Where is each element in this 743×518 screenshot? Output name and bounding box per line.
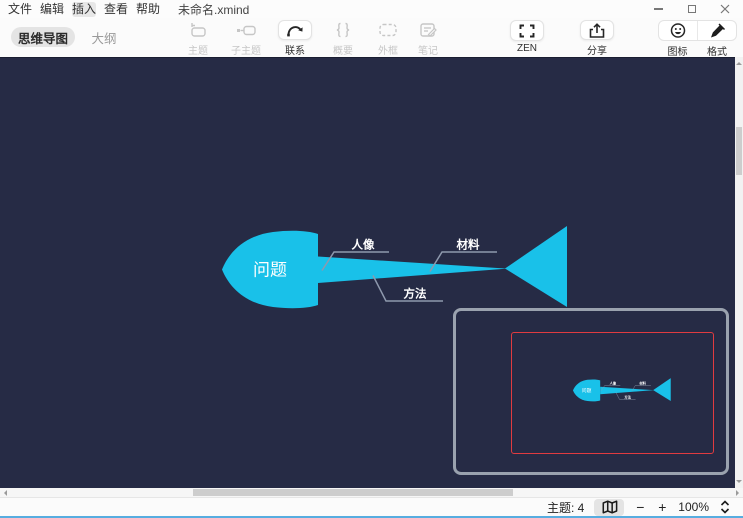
scroll-up-icon[interactable] xyxy=(736,59,742,65)
marker-button[interactable] xyxy=(659,21,697,40)
relationship-label: 联系 xyxy=(285,42,305,57)
zoom-in-button[interactable]: + xyxy=(656,500,668,514)
zoom-level[interactable]: 100% xyxy=(678,500,709,514)
notes-button[interactable]: 笔记 xyxy=(404,20,452,56)
topic-button[interactable]: 主题 xyxy=(174,20,222,56)
summary-label: 概要 xyxy=(333,42,353,57)
format-label: 格式 xyxy=(697,43,737,58)
marker-label: 图标 xyxy=(658,43,697,58)
subtopic-label: 子主题 xyxy=(231,42,261,57)
zen-icon xyxy=(516,22,538,40)
topic-count: 主题: 4 xyxy=(547,499,584,516)
menu-bar: 文件 编辑 插入 查看 帮助 未命名.xmind xyxy=(0,0,743,18)
marker-format-group xyxy=(658,20,737,41)
fit-zoom-icon xyxy=(719,499,731,515)
horizontal-scroll-thumb[interactable] xyxy=(193,489,513,496)
fit-zoom-button[interactable] xyxy=(719,499,731,515)
menu-edit[interactable]: 编辑 xyxy=(40,2,64,17)
notes-label: 笔记 xyxy=(418,42,438,57)
toolbar: 思维导图 大纲 主题 子主题 xyxy=(0,18,743,57)
maximize-button[interactable] xyxy=(675,0,708,18)
tab-mindmap[interactable]: 思维导图 xyxy=(11,27,75,47)
menu-file[interactable]: 文件 xyxy=(8,2,32,17)
tab-outline[interactable]: 大纲 xyxy=(86,27,122,47)
menu-view[interactable]: 查看 xyxy=(104,2,128,17)
relationship-button[interactable]: 联系 xyxy=(271,20,319,56)
notes-icon xyxy=(417,20,439,40)
share-button[interactable]: 分享 xyxy=(573,20,621,56)
topic-label: 主题 xyxy=(188,42,208,57)
format-icon xyxy=(707,21,727,40)
scroll-right-icon[interactable] xyxy=(736,490,742,496)
share-icon xyxy=(586,21,608,39)
vertical-scrollbar[interactable] xyxy=(735,57,743,488)
format-button[interactable] xyxy=(697,21,736,40)
subtopic-button[interactable]: 子主题 xyxy=(222,20,270,56)
scroll-down-icon[interactable] xyxy=(736,480,742,486)
close-icon xyxy=(720,4,730,14)
minimap-fishbone xyxy=(571,377,673,403)
zen-button[interactable]: ZEN xyxy=(503,20,551,56)
scroll-left-icon[interactable] xyxy=(1,490,7,496)
boundary-icon xyxy=(377,20,399,40)
boundary-label: 外框 xyxy=(378,42,398,57)
minimap-toggle-button[interactable] xyxy=(594,499,624,516)
zoom-out-button[interactable]: − xyxy=(634,500,646,514)
minimap-toggle-icon xyxy=(600,499,619,515)
minimap-panel[interactable] xyxy=(453,308,729,475)
mindmap-canvas[interactable]: 问题 人像 材料 方法 xyxy=(0,57,735,488)
fishbone-diagram: 问题 人像 材料 方法 xyxy=(215,223,575,313)
window-controls xyxy=(642,0,741,18)
summary-button[interactable]: 概要 xyxy=(319,20,367,56)
minimize-button[interactable] xyxy=(642,0,675,18)
zen-label: ZEN xyxy=(517,43,537,54)
close-button[interactable] xyxy=(708,0,741,18)
share-label: 分享 xyxy=(587,42,607,57)
vertical-scroll-thumb[interactable] xyxy=(736,127,742,175)
maximize-icon xyxy=(688,5,696,13)
status-bar: 主题: 4 − + 100% xyxy=(0,497,743,516)
document-title: 未命名.xmind xyxy=(178,1,249,18)
summary-icon xyxy=(332,20,354,40)
minimize-icon xyxy=(654,8,663,10)
menu-insert[interactable]: 插入 xyxy=(72,2,96,17)
marker-icon xyxy=(668,21,688,40)
menu-help[interactable]: 帮助 xyxy=(136,2,160,17)
horizontal-scrollbar[interactable] xyxy=(0,488,743,497)
topic-icon xyxy=(187,20,209,40)
subtopic-icon xyxy=(235,20,257,40)
relationship-icon xyxy=(284,21,306,39)
